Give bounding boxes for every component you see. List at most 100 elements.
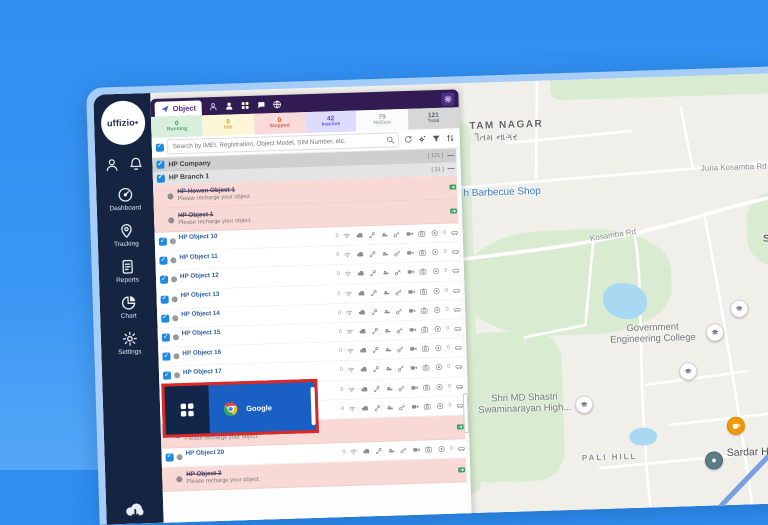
sidebar-item-reports[interactable]: Reports <box>111 258 144 284</box>
row-checkbox[interactable] <box>163 372 171 380</box>
wifi-icon <box>347 366 355 374</box>
cloud-download-icon[interactable] <box>106 499 164 523</box>
key-icon <box>397 345 405 353</box>
sidebar-item-settings[interactable]: Settings <box>113 330 146 356</box>
group-checkbox[interactable] <box>157 174 165 182</box>
status-chip-inactive[interactable]: 42Inactive <box>305 111 357 134</box>
row-checkbox[interactable] <box>160 276 168 284</box>
row-checkbox[interactable] <box>159 257 167 265</box>
settings-icon <box>121 331 137 347</box>
object-list: HP Company [ 121 ] — HP Branch 1 [ 21 ] … <box>152 148 472 524</box>
user-icon[interactable] <box>104 157 119 172</box>
group-checkbox[interactable] <box>156 161 164 169</box>
sidebar-item-label: Tracking <box>114 240 139 248</box>
apps-grid-icon[interactable] <box>164 385 209 434</box>
wifi-icon <box>345 289 353 297</box>
recharge-message: Please recharge your object. <box>177 194 251 204</box>
object-subtext: - <box>181 297 245 304</box>
network-icon[interactable] <box>273 99 282 108</box>
search-icon[interactable] <box>386 135 395 144</box>
row-checkbox[interactable] <box>161 314 169 322</box>
record-icon <box>434 325 442 333</box>
door-icon <box>386 403 394 411</box>
car-icon <box>451 248 459 256</box>
record-icon <box>432 287 440 295</box>
sidebar-user-row <box>104 156 143 172</box>
sidebar-item-dashboard[interactable]: Dashboard <box>109 186 142 212</box>
panel-settings-button[interactable] <box>441 92 454 105</box>
chip-label: NoData <box>373 121 391 127</box>
navigate-icon <box>161 104 170 113</box>
collapse-icon[interactable]: — <box>447 152 456 159</box>
count-value: 0 <box>447 345 450 351</box>
google-menu-label[interactable]: Google <box>246 403 272 413</box>
cloud-icon <box>357 270 365 278</box>
row-checkbox[interactable] <box>161 295 169 303</box>
map-label: SAR <box>763 233 768 245</box>
driver-icon[interactable] <box>225 101 234 110</box>
row-checkbox[interactable] <box>159 238 167 246</box>
count-value: 0 <box>447 364 450 370</box>
video-icon <box>407 287 415 295</box>
status-chip-total[interactable]: 121Total <box>407 107 459 130</box>
record-icon <box>431 229 439 237</box>
search-input[interactable] <box>171 136 386 152</box>
row-checkbox[interactable] <box>162 353 170 361</box>
row-checkbox[interactable] <box>162 334 170 342</box>
object-subtext: - <box>179 240 243 247</box>
refresh-icon[interactable] <box>402 133 414 145</box>
collapse-icon[interactable]: — <box>448 165 457 172</box>
object-icon-strip: 00 <box>339 324 462 336</box>
sidebar-item-tracking[interactable]: Tracking <box>110 222 143 248</box>
door-icon <box>383 307 391 315</box>
filter-icon[interactable] <box>430 132 442 144</box>
power-icon <box>370 289 378 297</box>
camera-icon <box>423 402 431 410</box>
google-menu-highlight[interactable]: Google <box>161 379 319 438</box>
object-subtext: - <box>182 355 246 362</box>
status-dot <box>167 193 173 199</box>
status-chip-idle[interactable]: 0Idle <box>202 114 254 137</box>
status-chip-stopped[interactable]: 0Stopped <box>254 112 306 135</box>
sort-icon[interactable] <box>444 132 456 144</box>
recharge-icon[interactable] <box>448 182 457 191</box>
key-icon <box>395 307 403 315</box>
count-value: 0 <box>341 406 344 412</box>
video-icon <box>409 326 417 334</box>
status-dot <box>177 454 183 460</box>
camera-icon <box>418 229 426 237</box>
grid-icon[interactable] <box>241 100 250 109</box>
object-icon-strip: 00 <box>339 344 462 356</box>
row-checkbox[interactable] <box>166 453 174 461</box>
uffizio-logo[interactable]: uffizio• <box>100 100 145 145</box>
overlay-scrollbar <box>310 387 315 425</box>
key-icon <box>394 249 402 257</box>
bell-icon[interactable] <box>128 156 143 171</box>
chat-icon[interactable] <box>257 100 266 109</box>
video-icon <box>407 268 415 276</box>
status-chip-running[interactable]: 0Running <box>151 115 203 138</box>
user-icon[interactable] <box>209 101 218 110</box>
video-icon <box>410 364 418 372</box>
door-icon <box>382 269 390 277</box>
key-icon <box>393 230 401 238</box>
power-icon <box>374 404 382 412</box>
power-icon <box>372 346 380 354</box>
content-area: TAM NAGARીતમ નાગરh Barbecue ShopJuna Kos… <box>150 71 768 523</box>
tracking-app-window: uffizio• Dashboard Tracking Reports Char… <box>93 71 768 525</box>
record-icon <box>437 445 445 453</box>
object-icon-strip: 00 <box>340 382 463 394</box>
status-dot <box>170 238 176 244</box>
settings-small-icon[interactable] <box>416 133 428 145</box>
door-icon <box>382 288 390 296</box>
select-all-checkbox[interactable] <box>156 143 164 151</box>
group-name: HP Company <box>168 160 210 168</box>
status-chip-nodata[interactable]: 79NoData <box>356 109 408 132</box>
tab-object[interactable]: Object <box>154 100 202 116</box>
key-icon <box>398 403 406 411</box>
dashboard-icon <box>117 187 133 203</box>
sidebar-item-chart[interactable]: Chart <box>112 294 145 320</box>
recharge-icon[interactable] <box>449 206 458 215</box>
chip-label: Total <box>428 119 440 125</box>
door-icon <box>385 365 393 373</box>
